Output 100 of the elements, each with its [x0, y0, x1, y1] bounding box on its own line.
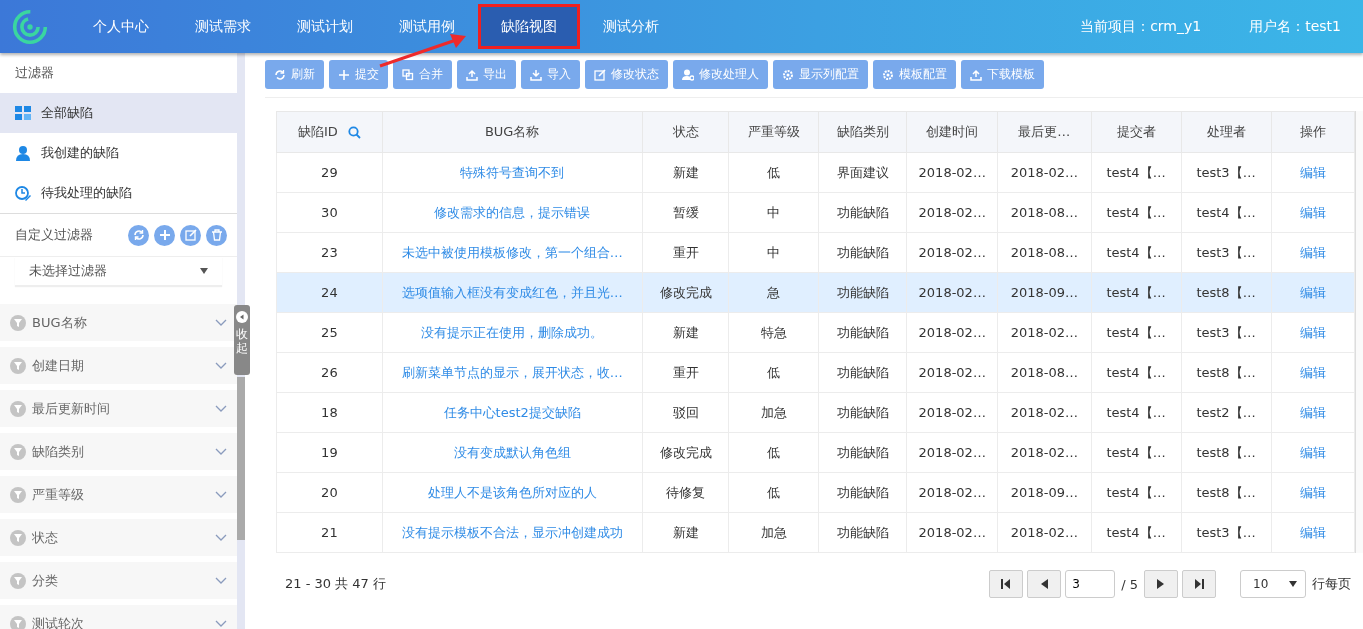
column-header: 操作 — [1271, 111, 1355, 153]
first-page-button[interactable] — [989, 570, 1024, 598]
table-row[interactable]: 23 未选中被使用模板修改，第一个组合… 重开 中 功能缺陷 2018-02… 2018-08… test4【… test3【… 编辑 — [276, 232, 1355, 273]
upload-icon — [970, 68, 982, 81]
toolbar-button[interactable]: 修改处理人 — [673, 60, 768, 89]
nav-tab[interactable]: 测试需求 — [172, 4, 274, 49]
bug-name-link[interactable]: 特殊符号查询不到 — [460, 164, 565, 180]
table-cell: 低 — [767, 164, 781, 180]
table-row[interactable]: 18 任务中心test2提交缺陷 驳回 加急 功能缺陷 2018-02… 2018-02… test4【… test2【… 编辑 — [276, 392, 1355, 433]
table-row[interactable]: 19 没有变成默认角色组 修改完成 低 功能缺陷 2018-02… 2018-02… test4【… test8【… 编辑 — [276, 432, 1355, 473]
table-row[interactable]: 24 选项值输入框没有变成红色，并且光… 修改完成 急 功能缺陷 2018-02… 2018-09… test4【… test8【… 编辑 — [276, 272, 1355, 313]
filter-section[interactable]: 分类 — [0, 562, 237, 599]
table-row[interactable]: 21 没有提示模板不合法，显示冲创建成功 新建 加急 功能缺陷 2018-02… 2018-02… test4【… test3【… 编辑 — [276, 512, 1355, 553]
table-cell: 功能缺陷 — [836, 244, 889, 260]
toolbar-button[interactable]: 显示列配置 — [773, 60, 868, 89]
table-cell: 功能缺陷 — [836, 204, 889, 220]
table-cell: 功能缺陷 — [836, 364, 889, 380]
toolbar-button[interactable]: 导入 — [521, 60, 580, 89]
toolbar-button[interactable]: 刷新 — [265, 60, 324, 89]
toolbar-button[interactable]: 修改状态 — [585, 60, 668, 89]
table-cell: 2018-02… — [918, 445, 986, 460]
table-scrollbar[interactable] — [1354, 111, 1363, 553]
table-cell: 低 — [767, 364, 781, 380]
toolbar-button[interactable]: 合并 — [393, 60, 452, 89]
table-cell: 2018-02… — [918, 205, 986, 220]
nav-tab[interactable]: 测试分析 — [580, 4, 682, 49]
table-cell: 功能缺陷 — [836, 324, 889, 340]
table-row[interactable]: 25 没有提示正在使用，删除成功。 新建 特急 功能缺陷 2018-02… 2018-02… test4【… test3【… 编辑 — [276, 312, 1355, 353]
edit-link[interactable]: 编辑 — [1299, 324, 1326, 340]
table-row[interactable]: 29 特殊符号查询不到 新建 低 界面建议 2018-02… 2018-02… test4【… test3【… 编辑 — [276, 152, 1355, 193]
nav-tab[interactable]: 个人中心 — [70, 4, 172, 49]
delete-button[interactable] — [206, 224, 227, 246]
table-cell: test4【… — [1106, 444, 1166, 460]
chevron-down-icon — [215, 448, 227, 455]
edit-link[interactable]: 编辑 — [1299, 244, 1326, 260]
last-page-icon — [1194, 579, 1204, 589]
filter-section[interactable]: BUG名称 — [0, 304, 237, 341]
table-cell: 功能缺陷 — [836, 444, 889, 460]
table-cell: 19 — [321, 445, 338, 460]
table-cell: 24 — [321, 285, 338, 300]
grid-icon — [15, 105, 31, 121]
edit-link[interactable]: 编辑 — [1299, 524, 1326, 540]
table-row[interactable]: 30 修改需求的信息，提示错误 暂缓 中 功能缺陷 2018-02… 2018-08… test4【… test4【… 编辑 — [276, 192, 1355, 233]
page-size-select[interactable]: 10 — [1240, 570, 1306, 598]
next-icon — [1157, 579, 1165, 589]
nav-tab[interactable]: 测试用例 — [376, 4, 478, 49]
filter-section[interactable]: 创建日期 — [0, 347, 237, 384]
filter-section[interactable]: 状态 — [0, 519, 237, 556]
search-icon[interactable] — [347, 125, 361, 139]
bug-name-link[interactable]: 没有变成默认角色组 — [453, 444, 571, 460]
table-cell: 中 — [767, 204, 781, 220]
filter-section[interactable]: 最后更新时间 — [0, 390, 237, 427]
sidebar-item[interactable]: 待我处理的缺陷 — [0, 173, 237, 213]
toolbar-button[interactable]: 提交 — [329, 60, 388, 89]
table-cell: 界面建议 — [836, 164, 889, 180]
sidebar-item[interactable]: 全部缺陷 — [0, 93, 237, 133]
collapse-handle[interactable]: 收起 — [234, 305, 250, 375]
nav-tab[interactable]: 测试计划 — [274, 4, 376, 49]
edit-link[interactable]: 编辑 — [1299, 284, 1326, 300]
pagination-summary: 21 - 30 共 47 行 — [285, 575, 386, 593]
sidebar-item[interactable]: 我创建的缺陷 — [0, 133, 237, 173]
table-cell: test2【… — [1196, 404, 1256, 420]
table-row[interactable]: 26 刷新菜单节点的显示，展开状态，收… 重开 低 功能缺陷 2018-02… 2018-08… test4【… test8【… 编辑 — [276, 352, 1355, 393]
table-cell: 2018-02… — [1010, 325, 1079, 340]
add-button[interactable] — [154, 224, 175, 246]
edit-link[interactable]: 编辑 — [1299, 404, 1326, 420]
table-cell: test4【… — [1106, 524, 1166, 540]
refresh-button[interactable] — [128, 224, 149, 246]
edit-link[interactable]: 编辑 — [1299, 484, 1326, 500]
edit-button[interactable] — [180, 224, 201, 246]
toolbar-button[interactable]: 导出 — [457, 60, 516, 89]
filter-section[interactable]: 缺陷类别 — [0, 433, 237, 470]
table-cell: 25 — [321, 325, 338, 340]
first-page-icon — [1001, 579, 1012, 589]
edit-link[interactable]: 编辑 — [1299, 204, 1326, 220]
previous-page-button[interactable] — [1027, 570, 1062, 598]
filter-section[interactable]: 测试轮次 — [0, 605, 237, 629]
funnel-icon — [10, 529, 26, 546]
nav-tab[interactable]: 缺陷视图 — [478, 4, 580, 49]
edit-link[interactable]: 编辑 — [1299, 364, 1326, 380]
table-cell: 低 — [767, 444, 781, 460]
scrollbar-thumb[interactable] — [237, 377, 245, 540]
chevron-down-icon — [215, 319, 227, 326]
filter-select[interactable]: 未选择过滤器 — [15, 257, 222, 286]
toolbar-button[interactable]: 下载模板 — [961, 60, 1044, 89]
table-cell: test4【… — [1106, 244, 1166, 260]
last-page-button[interactable] — [1182, 570, 1216, 598]
column-header: BUG名称 — [382, 111, 643, 153]
page-total: / 5 — [1121, 576, 1138, 592]
table-cell: 26 — [321, 365, 338, 380]
table-cell: 2018-02… — [1010, 405, 1079, 420]
table-row[interactable]: 20 处理人不是该角色所对应的人 待修复 低 功能缺陷 2018-02… 2018-09… test4【… test8【… 编辑 — [276, 472, 1355, 513]
filter-section[interactable]: 严重等级 — [0, 476, 237, 513]
table-cell: 修改完成 — [659, 444, 712, 460]
toolbar-button[interactable]: 模板配置 — [873, 60, 956, 89]
edit-link[interactable]: 编辑 — [1299, 444, 1326, 460]
page-input[interactable]: 3 — [1065, 570, 1116, 598]
upload-icon — [466, 68, 478, 81]
edit-link[interactable]: 编辑 — [1299, 164, 1326, 180]
next-page-button[interactable] — [1144, 570, 1178, 598]
